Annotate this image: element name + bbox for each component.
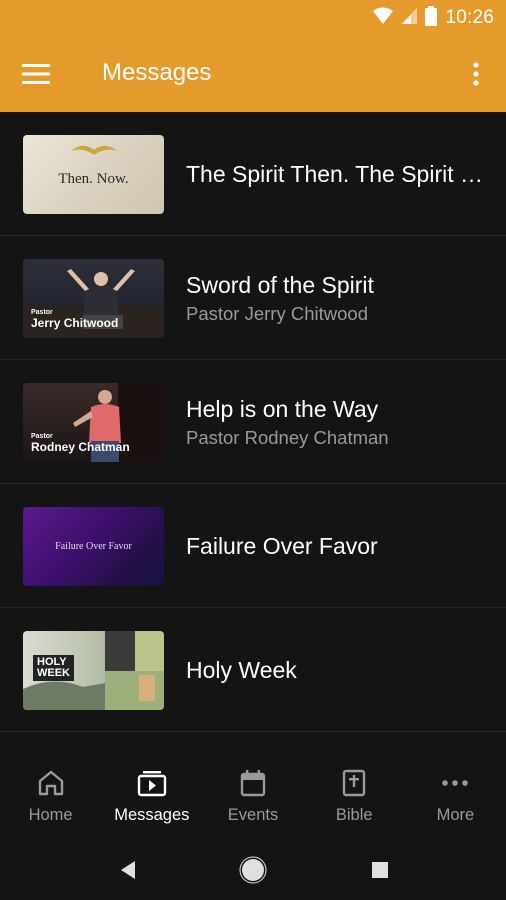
back-icon	[121, 861, 135, 879]
list-item[interactable]: Pastor Rodney Chatman Help is on the Way…	[0, 360, 506, 484]
hamburger-menu-icon	[22, 64, 50, 84]
bible-icon	[339, 768, 369, 798]
battery-icon	[425, 5, 438, 31]
message-speaker: Pastor Rodney Chatman	[186, 426, 389, 448]
thumbnail-caption: Failure Over Favor	[55, 541, 132, 552]
more-vert-icon	[473, 62, 479, 86]
bottom-navigation: Home Messages Events Bible More	[0, 750, 506, 840]
system-navigation-bar	[0, 840, 506, 900]
wifi-icon	[373, 7, 394, 30]
nav-label: Bible	[335, 806, 373, 824]
status-bar: 10:26	[0, 0, 506, 36]
recents-button[interactable]	[362, 852, 398, 888]
message-thumbnail: HOLY WEEK	[23, 631, 164, 710]
hamburger-menu-button[interactable]	[16, 56, 56, 92]
message-list: Then. Now. The Spirit Then. The Spirit N…	[0, 112, 506, 732]
message-thumbnail: Pastor Rodney Chatman	[23, 383, 164, 462]
message-title: Failure Over Favor	[186, 532, 378, 559]
message-thumbnail: Then. Now.	[23, 135, 164, 214]
message-speaker: Pastor Jerry Chitwood	[186, 302, 368, 324]
thumbnail-caption: HOLY WEEK	[33, 655, 74, 681]
nav-label: Home	[28, 806, 73, 824]
message-title: The Spirit Then. The Spirit Now.	[186, 160, 486, 187]
list-item[interactable]: Then. Now. The Spirit Then. The Spirit N…	[0, 112, 506, 236]
message-thumbnail: Failure Over Favor	[23, 507, 164, 586]
status-time: 10:26	[445, 7, 494, 28]
thumbnail-caption: Then. Now.	[58, 171, 129, 187]
list-item[interactable]: HOLY WEEK Holy Week	[0, 608, 506, 732]
list-item[interactable]: Pastor Jerry Chitwood Sword of the Spiri…	[0, 236, 506, 360]
list-item[interactable]: Failure Over Favor Failure Over Favor	[0, 484, 506, 608]
nav-events[interactable]: Events	[202, 750, 303, 840]
thumbnail-caption: Pastor Jerry Chitwood	[31, 309, 119, 330]
nav-label: More	[436, 806, 475, 824]
home-circle-icon	[239, 856, 267, 884]
thumbnail-caption: Pastor Rodney Chatman	[31, 433, 130, 454]
messages-icon	[137, 768, 167, 798]
message-thumbnail: Pastor Jerry Chitwood	[23, 259, 164, 338]
home-system-button[interactable]	[235, 852, 271, 888]
back-button[interactable]	[110, 852, 146, 888]
message-title: Sword of the Spirit	[186, 271, 374, 298]
cell-signal-icon	[401, 7, 418, 30]
calendar-icon	[238, 768, 268, 798]
message-title: Holy Week	[186, 656, 297, 683]
app-bar: Messages	[0, 36, 506, 112]
more-icon	[440, 768, 470, 798]
dove-icon	[71, 145, 117, 155]
nav-bible[interactable]: Bible	[304, 750, 405, 840]
nav-label: Events	[227, 806, 279, 824]
home-icon	[36, 768, 66, 798]
message-title: Help is on the Way	[186, 395, 379, 422]
nav-more[interactable]: More	[405, 750, 506, 840]
nav-label: Messages	[114, 806, 190, 824]
nav-messages[interactable]: Messages	[101, 750, 202, 840]
overflow-menu-button[interactable]	[462, 56, 490, 92]
recents-icon	[372, 862, 388, 878]
nav-home[interactable]: Home	[0, 750, 101, 840]
page-title: Messages	[102, 59, 212, 86]
